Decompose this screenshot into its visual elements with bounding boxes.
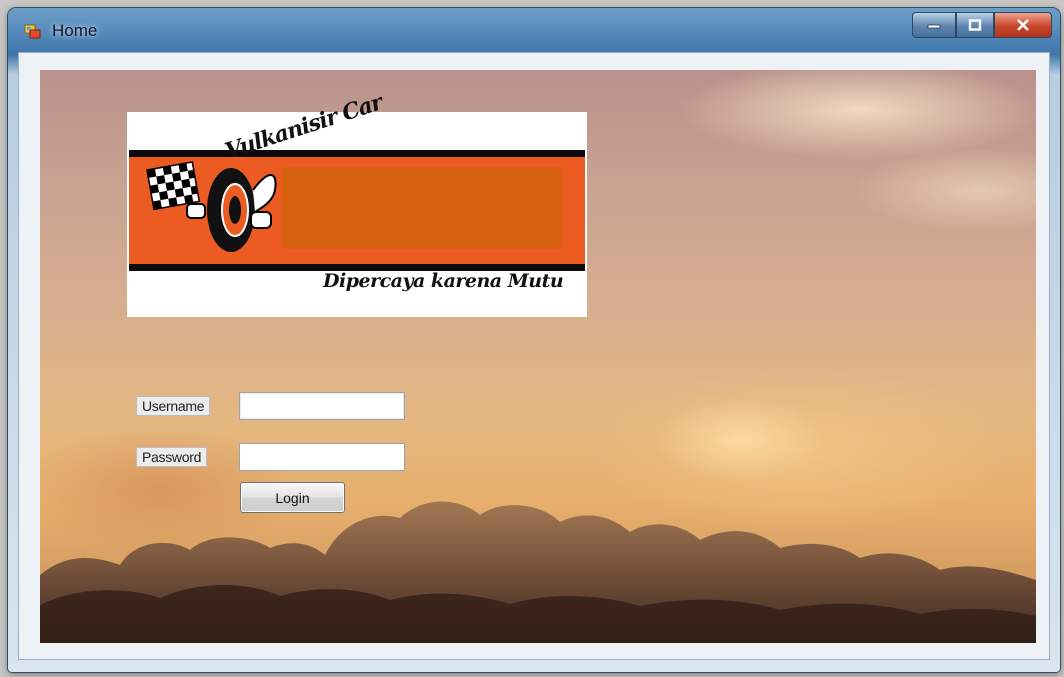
- logo-tagline: Dipercaya karena Mutu: [323, 270, 564, 292]
- username-input[interactable]: [239, 392, 405, 420]
- app-icon: [24, 22, 42, 40]
- minimize-icon: [927, 24, 941, 29]
- minimize-button[interactable]: [912, 12, 956, 38]
- checkered-flag-tire-icon: [146, 161, 277, 252]
- password-label: Password: [136, 447, 208, 467]
- window-title: Home: [52, 21, 98, 40]
- company-logo: Vulkanisir Car Dipercaya karena Mutu: [127, 89, 587, 317]
- maximize-icon: [968, 19, 982, 31]
- password-input[interactable]: [239, 443, 405, 471]
- close-button[interactable]: [994, 12, 1052, 38]
- app-window: Home Vulkanisir Car Dipercaya karena Mut…: [8, 8, 1060, 672]
- client-area: Vulkanisir Car Dipercaya karena Mutu Use…: [18, 52, 1050, 660]
- maximize-button[interactable]: [956, 12, 994, 38]
- username-label: Username: [136, 396, 211, 416]
- login-button[interactable]: Login: [240, 482, 345, 513]
- title-bar[interactable]: Home: [8, 8, 1060, 52]
- close-icon: [1017, 19, 1029, 31]
- logo-inner-box: [282, 167, 562, 249]
- background-image: Vulkanisir Car Dipercaya karena Mutu Use…: [40, 70, 1036, 643]
